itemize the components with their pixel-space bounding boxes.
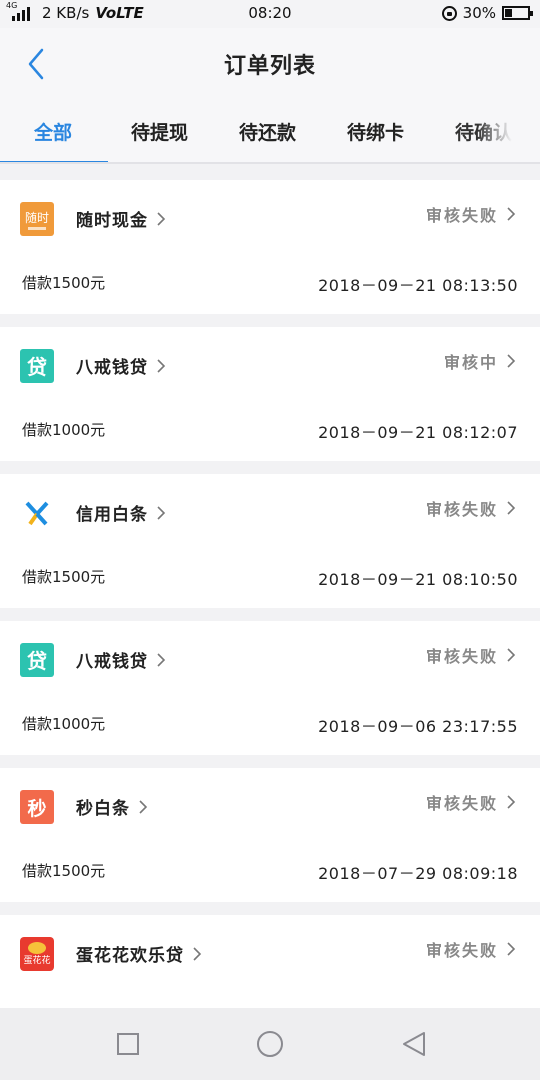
app-logo-xinyong: [20, 496, 54, 530]
chevron-right-icon: [507, 207, 516, 221]
status-bar: 4G 2 KB/s VoLTE 08:20 30%: [0, 0, 540, 28]
order-name-link[interactable]: 八戒钱贷: [76, 353, 166, 378]
order-status-link[interactable]: 审核失败: [426, 937, 516, 961]
order-status-link[interactable]: 审核失败: [426, 496, 516, 520]
order-date: 2018－09－06 23:17:55: [318, 717, 518, 736]
triangle-back-icon: [403, 1032, 425, 1056]
square-icon: [117, 1033, 139, 1055]
app-header: 订单列表: [0, 28, 540, 100]
order-date: 2018－09－21 08:10:50: [318, 570, 518, 589]
battery-icon: [502, 6, 533, 20]
order-status: 审核失败: [425, 941, 498, 960]
order-status: 审核失败: [425, 647, 498, 666]
order-name-link[interactable]: 八戒钱贷: [76, 647, 166, 672]
lender-name: 八戒钱贷: [76, 358, 148, 378]
status-right: 30%: [441, 4, 533, 22]
order-name-link[interactable]: 随时现金: [76, 206, 166, 231]
tab-pending-repay[interactable]: 待还款: [239, 118, 296, 145]
svg-text:秒: 秒: [27, 797, 46, 820]
order-card[interactable]: 随时 随时现金 审核失败 借款1500元 2018－09－21 08:13:50: [0, 180, 540, 314]
chevron-right-icon: [507, 648, 516, 662]
order-status-link[interactable]: 审核失败: [426, 790, 516, 814]
tab-pending-bind-card[interactable]: 待绑卡: [347, 118, 404, 145]
app-logo-miaobaitiao: 秒: [20, 790, 54, 824]
battery-percent: 30%: [462, 4, 496, 22]
order-status-link[interactable]: 审核中: [444, 349, 516, 373]
loan-amount: 借款1500元: [22, 274, 106, 292]
chevron-right-icon: [157, 211, 166, 226]
order-status: 审核失败: [425, 794, 498, 813]
chevron-right-icon: [139, 799, 148, 814]
app-logo-bajie: 贷: [20, 643, 54, 677]
page-title: 订单列表: [223, 54, 316, 79]
order-status-link[interactable]: 审核失败: [426, 202, 516, 226]
chevron-right-icon: [507, 942, 516, 956]
order-card[interactable]: 秒 秒白条 审核失败 借款1500元 2018－07－29 08:09:18: [0, 768, 540, 902]
loan-amount: 借款1000元: [22, 715, 106, 733]
chevron-right-icon: [157, 652, 166, 667]
svg-text:随时: 随时: [25, 210, 49, 225]
order-date: 2018－07－29 08:09:18: [318, 864, 518, 883]
svg-text:贷: 贷: [27, 355, 47, 379]
loan-amount: 借款1500元: [22, 862, 106, 880]
lender-name: 信用白条: [76, 505, 148, 525]
lender-name: 蛋花花欢乐贷: [76, 946, 184, 966]
order-status: 审核中: [443, 353, 498, 372]
lender-name: 秒白条: [76, 799, 130, 819]
system-nav-bar: [0, 1008, 540, 1080]
order-card[interactable]: 贷 八戒钱贷 审核中 借款1000元 2018－09－21 08:12:07: [0, 327, 540, 461]
order-card[interactable]: 贷 八戒钱贷 审核失败 借款1000元 2018－09－06 23:17:55: [0, 621, 540, 755]
active-tab-indicator: [0, 161, 108, 162]
order-tabs: 全部 待提现 待还款 待绑卡 待确认: [0, 100, 540, 164]
order-status: 审核失败: [425, 206, 498, 225]
tab-pending-withdraw[interactable]: 待提现: [131, 118, 188, 145]
svg-text:蛋花花: 蛋花花: [23, 954, 50, 966]
lender-name: 八戒钱贷: [76, 652, 148, 672]
order-card[interactable]: 信用白条 审核失败 借款1500元 2018－09－21 08:10:50: [0, 474, 540, 608]
chevron-right-icon: [507, 354, 516, 368]
order-date: 2018－09－21 08:13:50: [318, 276, 518, 295]
loan-amount: 借款1000元: [22, 421, 106, 439]
order-name-link[interactable]: 信用白条: [76, 500, 166, 525]
tab-pending-confirm[interactable]: 待确认: [455, 118, 512, 145]
order-name-link[interactable]: 蛋花花欢乐贷: [76, 941, 202, 966]
app-logo-suishi: 随时: [20, 202, 54, 236]
loan-amount: 借款1500元: [22, 568, 106, 586]
order-name-link[interactable]: 秒白条: [76, 794, 148, 819]
circle-icon: [257, 1031, 283, 1057]
order-status: 审核失败: [425, 500, 498, 519]
home-button[interactable]: [256, 1030, 284, 1058]
chevron-right-icon: [507, 501, 516, 515]
tab-all[interactable]: 全部: [34, 118, 72, 145]
svg-text:贷: 贷: [27, 649, 47, 673]
chevron-right-icon: [157, 505, 166, 520]
recent-apps-button[interactable]: [114, 1030, 142, 1058]
app-logo-bajie: 贷: [20, 349, 54, 383]
chevron-right-icon: [157, 358, 166, 373]
app-logo-danhuahua: 蛋花花: [20, 937, 54, 971]
chevron-right-icon: [193, 946, 202, 961]
order-status-link[interactable]: 审核失败: [426, 643, 516, 667]
lender-name: 随时现金: [76, 211, 148, 231]
rotation-lock-icon: [441, 5, 457, 21]
chevron-right-icon: [507, 795, 516, 809]
order-date: 2018－09－21 08:12:07: [318, 423, 518, 442]
system-back-button[interactable]: [400, 1030, 428, 1058]
